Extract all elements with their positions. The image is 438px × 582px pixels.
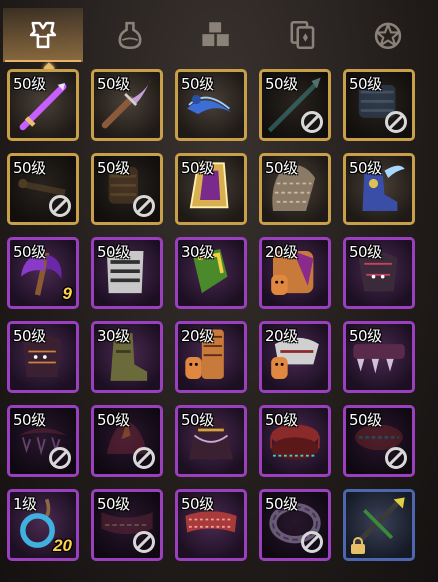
item-level-label: 50级: [349, 75, 382, 93]
inventory-slot[interactable]: 50级: [91, 153, 163, 225]
item-level-label: 50级: [97, 75, 130, 93]
category-tab-bar: [0, 0, 438, 74]
inventory-slot[interactable]: 50级: [91, 69, 163, 141]
inventory-slot[interactable]: 50级: [91, 405, 163, 477]
inventory-slot[interactable]: 1级 20: [7, 489, 79, 561]
inventory-slot[interactable]: 50级: [91, 237, 163, 309]
inventory-slot[interactable]: 30级: [175, 237, 247, 309]
unusable-icon: [385, 447, 407, 469]
unusable-icon: [301, 531, 323, 553]
inventory-slot[interactable]: 50级: [259, 153, 331, 225]
item-level-label: 20级: [181, 327, 214, 345]
tab-equipment[interactable]: [3, 8, 83, 74]
cubes-icon: [202, 22, 229, 47]
item-level-label: 50级: [349, 327, 382, 345]
inventory-slot[interactable]: 50级: [175, 69, 247, 141]
inventory-slot[interactable]: 50级: [7, 405, 79, 477]
inventory-slot[interactable]: 50级: [7, 321, 79, 393]
unusable-icon: [49, 447, 71, 469]
item-level-label: 50级: [349, 159, 382, 177]
item-level-label: 50级: [181, 411, 214, 429]
item-level-label: 50级: [13, 75, 46, 93]
inventory-slot[interactable]: 50级: [259, 405, 331, 477]
unusable-icon: [301, 111, 323, 133]
inventory-slot[interactable]: 50级: [343, 153, 415, 225]
inventory-slot[interactable]: 50级: [343, 321, 415, 393]
tab-emblems[interactable]: [348, 8, 428, 62]
inventory-slot[interactable]: 50级: [7, 153, 79, 225]
inventory-slot[interactable]: 20级: [175, 321, 247, 393]
item-level-label: 50级: [265, 75, 298, 93]
inventory-slot[interactable]: 50级: [91, 489, 163, 561]
inventory-slot[interactable]: 20级: [259, 237, 331, 309]
item-count-label: 9: [62, 284, 72, 303]
potion-icon: [118, 21, 142, 50]
inventory-slot[interactable]: 50级: [343, 405, 415, 477]
item-level-label: 50级: [265, 159, 298, 177]
item-level-label: 50级: [97, 411, 130, 429]
item-level-label: 50级: [181, 495, 214, 513]
item-level-label: 30级: [97, 327, 130, 345]
tab-cards[interactable]: [262, 8, 342, 62]
item-level-label: 50级: [265, 495, 298, 513]
item-level-label: 1级: [13, 495, 37, 513]
item-level-label: 50级: [265, 411, 298, 429]
inventory-slot[interactable]: 50级 9: [7, 237, 79, 309]
inventory-slot[interactable]: 50级: [343, 69, 415, 141]
unusable-icon: [49, 195, 71, 217]
item-level-label: 50级: [181, 75, 214, 93]
inventory-slot[interactable]: 30级: [91, 321, 163, 393]
unusable-icon: [133, 195, 155, 217]
tab-consumables[interactable]: [90, 8, 170, 62]
unusable-icon: [133, 531, 155, 553]
inventory-slot[interactable]: 50级: [7, 69, 79, 141]
item-level-label: 50级: [97, 243, 130, 261]
item-level-label: 50级: [13, 243, 46, 261]
item-level-label: 50级: [97, 495, 130, 513]
inventory-slot[interactable]: 50级: [175, 489, 247, 561]
inventory-slot[interactable]: 50级: [175, 153, 247, 225]
item-level-label: 50级: [13, 411, 46, 429]
item-level-label: 50级: [349, 411, 382, 429]
inventory-slot[interactable]: 50级: [175, 405, 247, 477]
item-level-label: 50级: [13, 327, 46, 345]
item-level-label: 50级: [181, 159, 214, 177]
inventory-slot[interactable]: 50级: [259, 69, 331, 141]
item-level-label: 50级: [13, 159, 46, 177]
item-level-label: 30级: [181, 243, 214, 261]
inventory-grid: 50级 50级 50级 50级 50级 50级 50级 50级 50级 50级 50级 9 50级 30级…: [0, 66, 438, 582]
tab-materials[interactable]: [176, 8, 256, 62]
star-emblem-icon: [374, 22, 402, 50]
inventory-slot[interactable]: [343, 489, 415, 561]
lock-icon: [351, 537, 365, 554]
cards-icon: [290, 20, 315, 50]
inventory-slot[interactable]: 50级: [259, 489, 331, 561]
inventory-slot[interactable]: 20级: [259, 321, 331, 393]
armor-icon: [29, 21, 57, 49]
item-level-label: 50级: [97, 159, 130, 177]
unusable-icon: [133, 447, 155, 469]
unusable-icon: [385, 111, 407, 133]
inventory-slot[interactable]: 50级: [343, 237, 415, 309]
item-level-label: 20级: [265, 243, 298, 261]
item-count-label: 20: [53, 536, 72, 555]
item-level-label: 20级: [265, 327, 298, 345]
item-level-label: 50级: [349, 243, 382, 261]
